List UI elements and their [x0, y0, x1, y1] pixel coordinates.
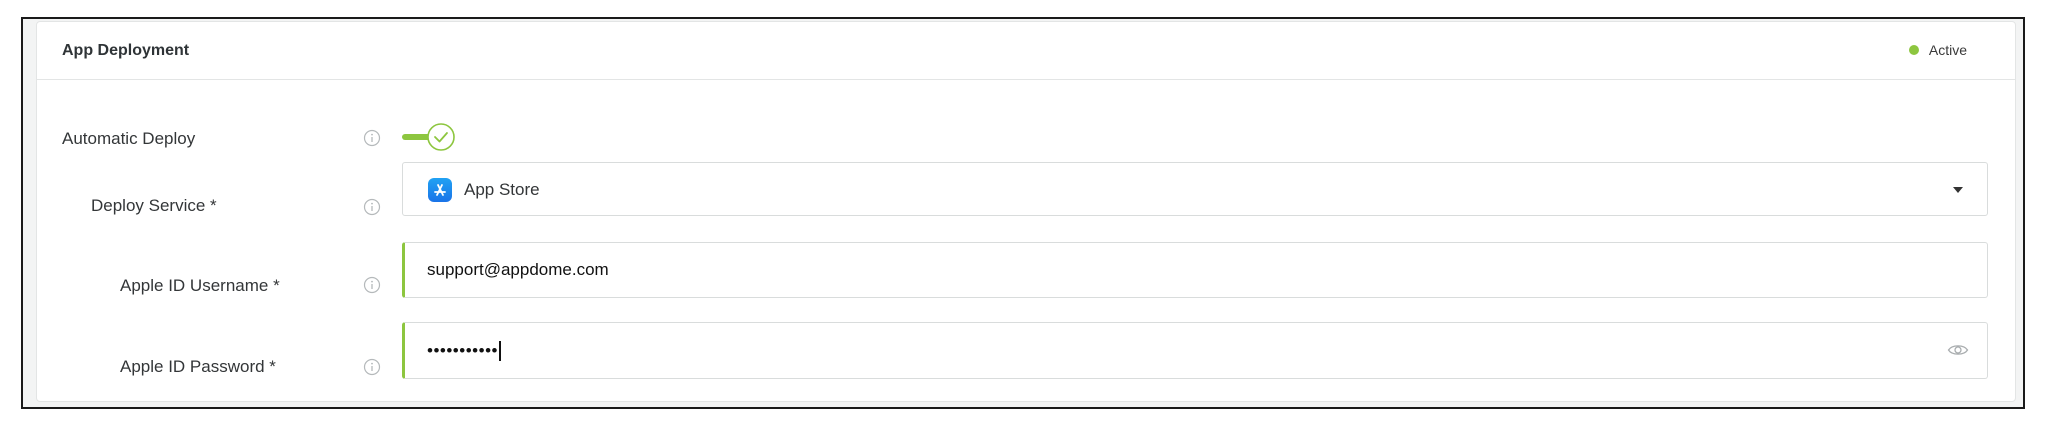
text-cursor	[498, 340, 501, 361]
status-indicator: Active	[1908, 42, 1967, 58]
app-store-icon	[428, 178, 452, 202]
deploy-service-selected: App Store	[428, 178, 540, 202]
apple-id-username-label: Apple ID Username *	[120, 276, 280, 295]
card-title: App Deployment	[62, 42, 190, 59]
status-dot-icon	[1908, 45, 1919, 55]
status-label: Active	[1928, 42, 1967, 58]
automatic-deploy-toggle[interactable]	[402, 122, 458, 152]
deployment-frame: App Deployment Active Automatic Deploy D…	[21, 17, 2025, 409]
chevron-down-icon[interactable]	[1953, 187, 1963, 193]
deploy-service-select[interactable]: App Store	[402, 162, 1988, 216]
deploy-service-label: Deploy Service *	[91, 196, 217, 215]
apple-id-password-masked: •••••••••••	[427, 340, 498, 360]
apple-id-password-input: •••••••••••	[427, 323, 501, 378]
apple-id-password-field[interactable]: •••••••••••	[402, 322, 1988, 379]
apple-id-username-value: support@appdome.com	[427, 260, 609, 279]
deploy-service-value: App Store	[464, 180, 540, 199]
eye-icon[interactable]	[1947, 341, 1969, 359]
apple-id-password-label: Apple ID Password *	[120, 357, 276, 376]
app-deployment-card: App Deployment Active Automatic Deploy D…	[36, 21, 2016, 402]
apple-id-password-info-icon[interactable]	[363, 358, 381, 376]
automatic-deploy-label: Automatic Deploy	[62, 129, 196, 148]
deploy-service-info-icon[interactable]	[363, 198, 381, 216]
card-header: App Deployment Active	[37, 22, 2015, 80]
automatic-deploy-info-icon[interactable]	[363, 129, 381, 147]
apple-id-username-info-icon[interactable]	[363, 276, 381, 294]
apple-id-username-field[interactable]: support@appdome.com	[402, 242, 1988, 298]
